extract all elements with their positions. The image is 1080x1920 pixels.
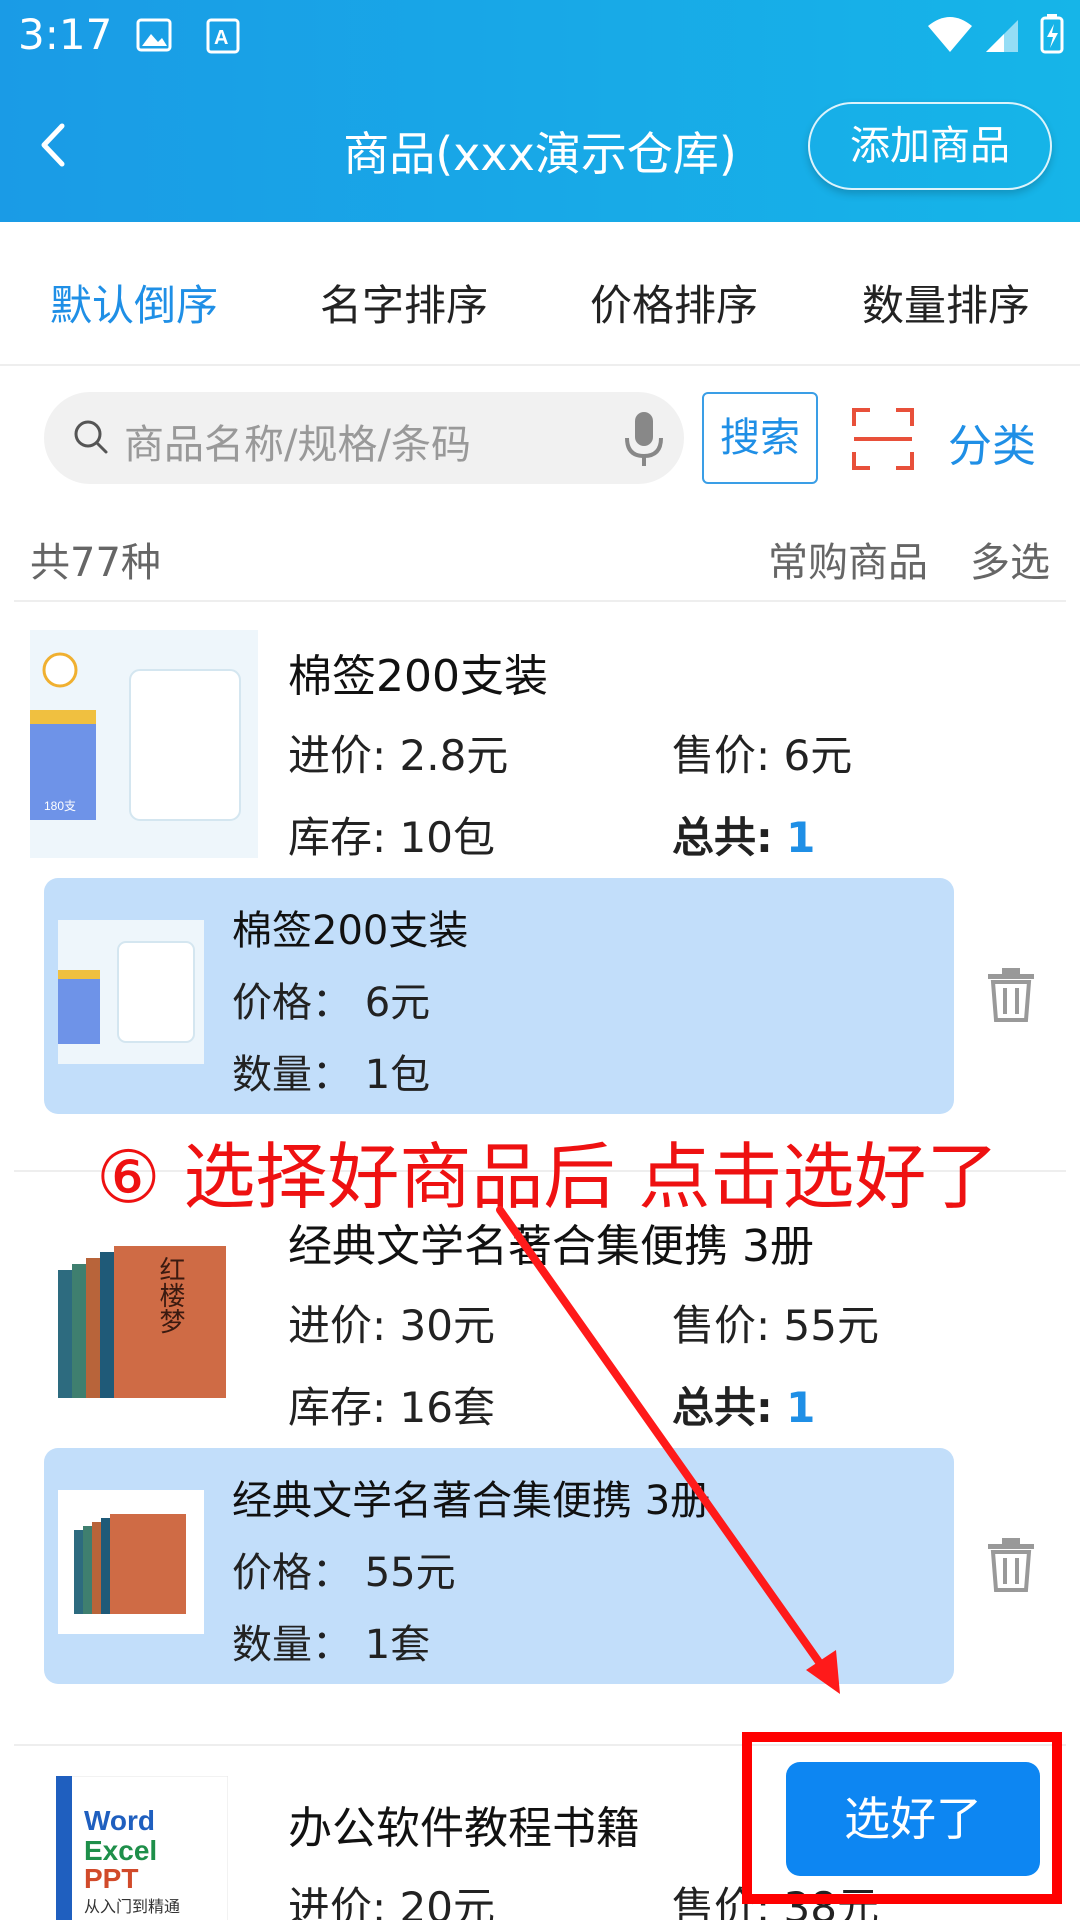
- product-stock: 库存: 16套: [288, 1383, 495, 1432]
- search-input[interactable]: 商品名称/规格/条码: [44, 392, 684, 484]
- selected-item-quantity: 数量： 1包: [232, 1052, 431, 1098]
- product-price: 售价: 6元: [672, 731, 853, 780]
- search-button[interactable]: 搜索: [702, 392, 818, 484]
- product-price: 售价: 55元: [672, 1301, 879, 1350]
- product-image-label: 红楼梦: [155, 1256, 185, 1334]
- selected-item-price: 价格： 6元: [232, 980, 431, 1026]
- product-stock: 库存: 10包: [288, 813, 495, 862]
- product-image: 180支: [30, 630, 258, 858]
- category-button[interactable]: 分类: [948, 410, 1036, 474]
- product-cost: 进价: 30元: [288, 1301, 495, 1350]
- image-excel-label: Excel: [84, 1835, 157, 1866]
- total-value: 1: [786, 813, 816, 862]
- product-image: Word Excel PPT 从入门到精通: [56, 1776, 228, 1920]
- add-product-button[interactable]: 添加商品: [808, 102, 1052, 190]
- selected-item-image: [58, 1490, 204, 1634]
- product-cost: 进价: 20元: [288, 1883, 495, 1920]
- divider: [14, 600, 1066, 602]
- multi-select-button[interactable]: 多选: [970, 530, 1050, 588]
- notification-icons: A: [136, 18, 240, 54]
- page-title: 商品(xxx演示仓库): [343, 127, 737, 181]
- product-image: 红楼梦: [30, 1200, 258, 1428]
- trash-icon[interactable]: [986, 1536, 1036, 1592]
- total-value: 1: [786, 1383, 816, 1432]
- highlight-box: [742, 1732, 1062, 1904]
- selected-item-name: 棉签200支装: [232, 908, 469, 954]
- image-ppt-label: PPT: [84, 1863, 138, 1894]
- selected-item-image: [58, 920, 204, 1064]
- image-word-label: Word: [84, 1805, 155, 1836]
- selected-item-card[interactable]: 棉签200支装 价格： 6元 数量： 1包: [44, 878, 954, 1114]
- tab-quantity-sort[interactable]: 数量排序: [862, 272, 1030, 333]
- svg-text:A: A: [214, 27, 228, 49]
- image-subtitle-label: 从入门到精通: [84, 1897, 180, 1916]
- status-time: 3:17: [18, 10, 113, 59]
- product-image-label: 180支: [44, 799, 76, 813]
- selected-item-quantity: 数量： 1套: [232, 1622, 431, 1668]
- back-arrow-icon[interactable]: [30, 120, 80, 170]
- selected-item-price: 价格： 55元: [232, 1550, 456, 1596]
- product-total: 总共: 1: [672, 1374, 815, 1435]
- total-label: 总共:: [672, 813, 773, 862]
- selected-item-name: 经典文学名著合集便携 3册: [232, 1478, 711, 1524]
- list-item[interactable]: 180支 棉签200支装 进价: 2.8元 售价: 6元 库存: 10包 总共:…: [0, 610, 1080, 1170]
- product-name: 办公软件教程书籍: [288, 1803, 640, 1854]
- tutorial-annotation: ⑥ 选择好商品后 点击选好了: [96, 1135, 999, 1219]
- selected-item-card[interactable]: 经典文学名著合集便携 3册 价格： 55元 数量： 1套: [44, 1448, 954, 1684]
- frequent-products-button[interactable]: 常购商品: [768, 530, 928, 588]
- search-icon: [74, 420, 108, 454]
- item-count: 共77种: [30, 540, 161, 586]
- list-item[interactable]: 红楼梦 经典文学名著合集便携 3册 进价: 30元 售价: 55元 库存: 16…: [0, 1180, 1080, 1740]
- product-name: 棉签200支装: [288, 651, 548, 702]
- tab-default-desc[interactable]: 默认倒序: [50, 272, 218, 333]
- product-total: 总共: 1: [672, 804, 815, 865]
- tab-name-sort[interactable]: 名字排序: [320, 272, 488, 333]
- product-cost: 进价: 2.8元: [288, 731, 509, 780]
- scan-icon[interactable]: [852, 408, 914, 470]
- tab-price-sort[interactable]: 价格排序: [590, 272, 758, 333]
- search-placeholder: 商品名称/规格/条码: [124, 422, 471, 468]
- signal-battery-icons: [928, 14, 1064, 54]
- total-label: 总共:: [672, 1383, 773, 1432]
- sort-tabs: 默认倒序 名字排序 价格排序 数量排序: [0, 222, 1080, 366]
- trash-icon[interactable]: [986, 966, 1036, 1022]
- microphone-icon[interactable]: [622, 410, 666, 468]
- app-header: 3:17 A 商品(xxx演示仓库) 添加商品: [0, 0, 1080, 222]
